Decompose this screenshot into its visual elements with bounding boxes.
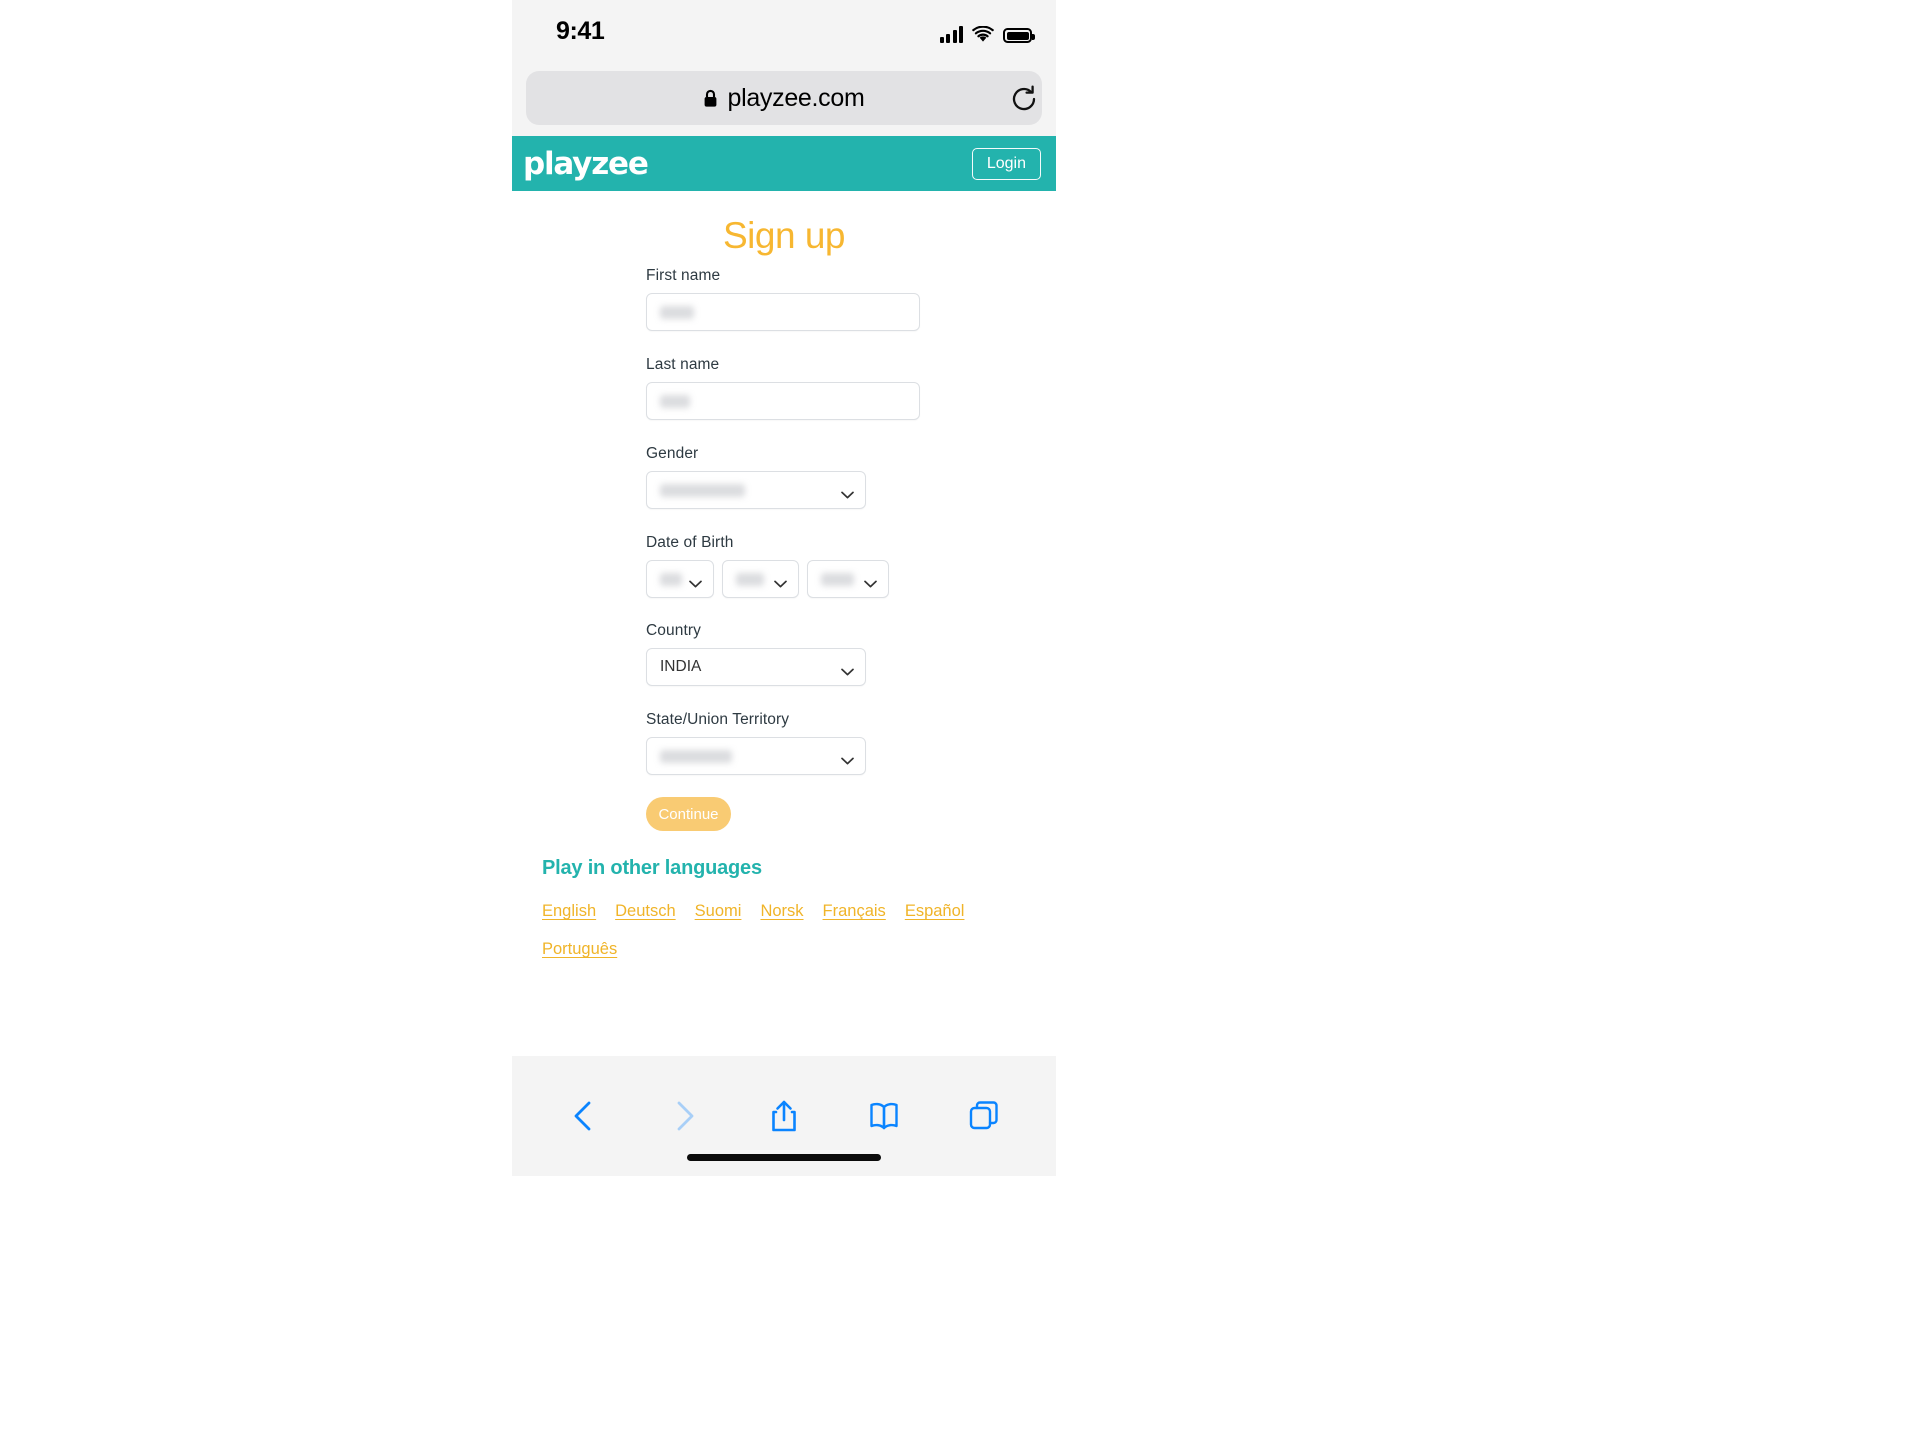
status-bar: 9:41 bbox=[512, 0, 1056, 62]
lock-icon bbox=[703, 89, 718, 108]
chevron-down-icon bbox=[864, 575, 877, 588]
share-icon[interactable] bbox=[767, 1098, 801, 1134]
gender-value bbox=[660, 483, 745, 497]
last-name-label: Last name bbox=[646, 356, 720, 373]
first-name-input[interactable] bbox=[646, 293, 920, 331]
chevron-down-icon bbox=[841, 663, 854, 676]
field-state: State/Union Territory bbox=[646, 711, 936, 775]
chevron-down-icon bbox=[689, 575, 702, 588]
language-link-espanol[interactable]: Español bbox=[905, 902, 965, 921]
dob-month-select[interactable] bbox=[722, 560, 799, 598]
gender-label: Gender bbox=[646, 445, 699, 462]
screenshot-canvas: 9:41 playzee.com playzee Login Sign up F… bbox=[0, 0, 1920, 1440]
last-name-value bbox=[660, 394, 690, 408]
book-icon[interactable] bbox=[867, 1098, 901, 1134]
chevron-down-icon bbox=[841, 752, 854, 765]
date-of-birth-row bbox=[646, 560, 936, 598]
home-indicator bbox=[687, 1154, 881, 1161]
chevron-down-icon bbox=[774, 575, 787, 588]
state-label: State/Union Territory bbox=[646, 711, 790, 728]
field-first-name: First name bbox=[646, 267, 936, 331]
dob-day-value bbox=[660, 572, 682, 586]
back-chevron-icon[interactable] bbox=[567, 1098, 601, 1134]
url-text: playzee.com bbox=[727, 83, 865, 112]
signup-page: Sign up First name Last name Gender Date… bbox=[512, 191, 1056, 1056]
chevron-down-icon bbox=[841, 486, 854, 499]
browser-url-bar-container: playzee.com bbox=[512, 62, 1056, 136]
language-link-norsk[interactable]: Norsk bbox=[760, 902, 803, 921]
state-value bbox=[660, 749, 732, 763]
phone-viewport: 9:41 playzee.com playzee Login Sign up F… bbox=[512, 0, 1056, 1440]
other-languages-heading: Play in other languages bbox=[542, 857, 762, 879]
site-header: playzee Login bbox=[512, 136, 1056, 191]
other-languages-section: Play in other languages English Deutsch … bbox=[542, 857, 1032, 959]
language-links-list: English Deutsch Suomi Norsk Français Esp… bbox=[542, 902, 1032, 959]
country-select[interactable]: INDIA bbox=[646, 648, 866, 686]
tabs-icon[interactable] bbox=[967, 1098, 1001, 1134]
language-link-francais[interactable]: Français bbox=[823, 902, 886, 921]
country-value: INDIA bbox=[660, 658, 702, 675]
state-select[interactable] bbox=[646, 737, 866, 775]
reload-icon[interactable] bbox=[1010, 85, 1038, 113]
last-name-input[interactable] bbox=[646, 382, 920, 420]
first-name-label: First name bbox=[646, 267, 721, 284]
gender-select[interactable] bbox=[646, 471, 866, 509]
field-date-of-birth: Date of Birth bbox=[646, 534, 936, 598]
continue-button[interactable]: Continue bbox=[646, 797, 731, 831]
language-link-deutsch[interactable]: Deutsch bbox=[615, 902, 676, 921]
dob-day-select[interactable] bbox=[646, 560, 714, 598]
field-gender: Gender bbox=[646, 445, 936, 509]
forward-chevron-icon[interactable] bbox=[667, 1098, 701, 1134]
dob-year-value bbox=[821, 572, 854, 586]
country-label: Country bbox=[646, 622, 701, 639]
language-link-portugues[interactable]: Português bbox=[542, 940, 617, 959]
language-link-suomi[interactable]: Suomi bbox=[695, 902, 742, 921]
language-link-english[interactable]: English bbox=[542, 902, 596, 921]
cellular-signal-icon bbox=[939, 26, 963, 43]
home-indicator-area bbox=[512, 1176, 1056, 1440]
url-bar[interactable]: playzee.com bbox=[526, 71, 1042, 125]
signup-form: First name Last name Gender Date of Birt… bbox=[646, 267, 936, 831]
playzee-logo[interactable]: playzee bbox=[523, 146, 649, 182]
field-last-name: Last name bbox=[646, 356, 936, 420]
date-of-birth-label: Date of Birth bbox=[646, 534, 734, 551]
login-button[interactable]: Login bbox=[971, 147, 1041, 180]
first-name-value bbox=[660, 305, 694, 319]
dob-year-select[interactable] bbox=[807, 560, 889, 598]
field-country: Country INDIA bbox=[646, 622, 936, 686]
wifi-icon bbox=[972, 25, 994, 43]
status-bar-icons bbox=[939, 19, 1035, 43]
page-title: Sign up bbox=[723, 215, 846, 256]
status-bar-time: 9:41 bbox=[556, 17, 605, 45]
dob-month-value bbox=[736, 572, 764, 586]
battery-full-icon bbox=[1003, 28, 1035, 43]
